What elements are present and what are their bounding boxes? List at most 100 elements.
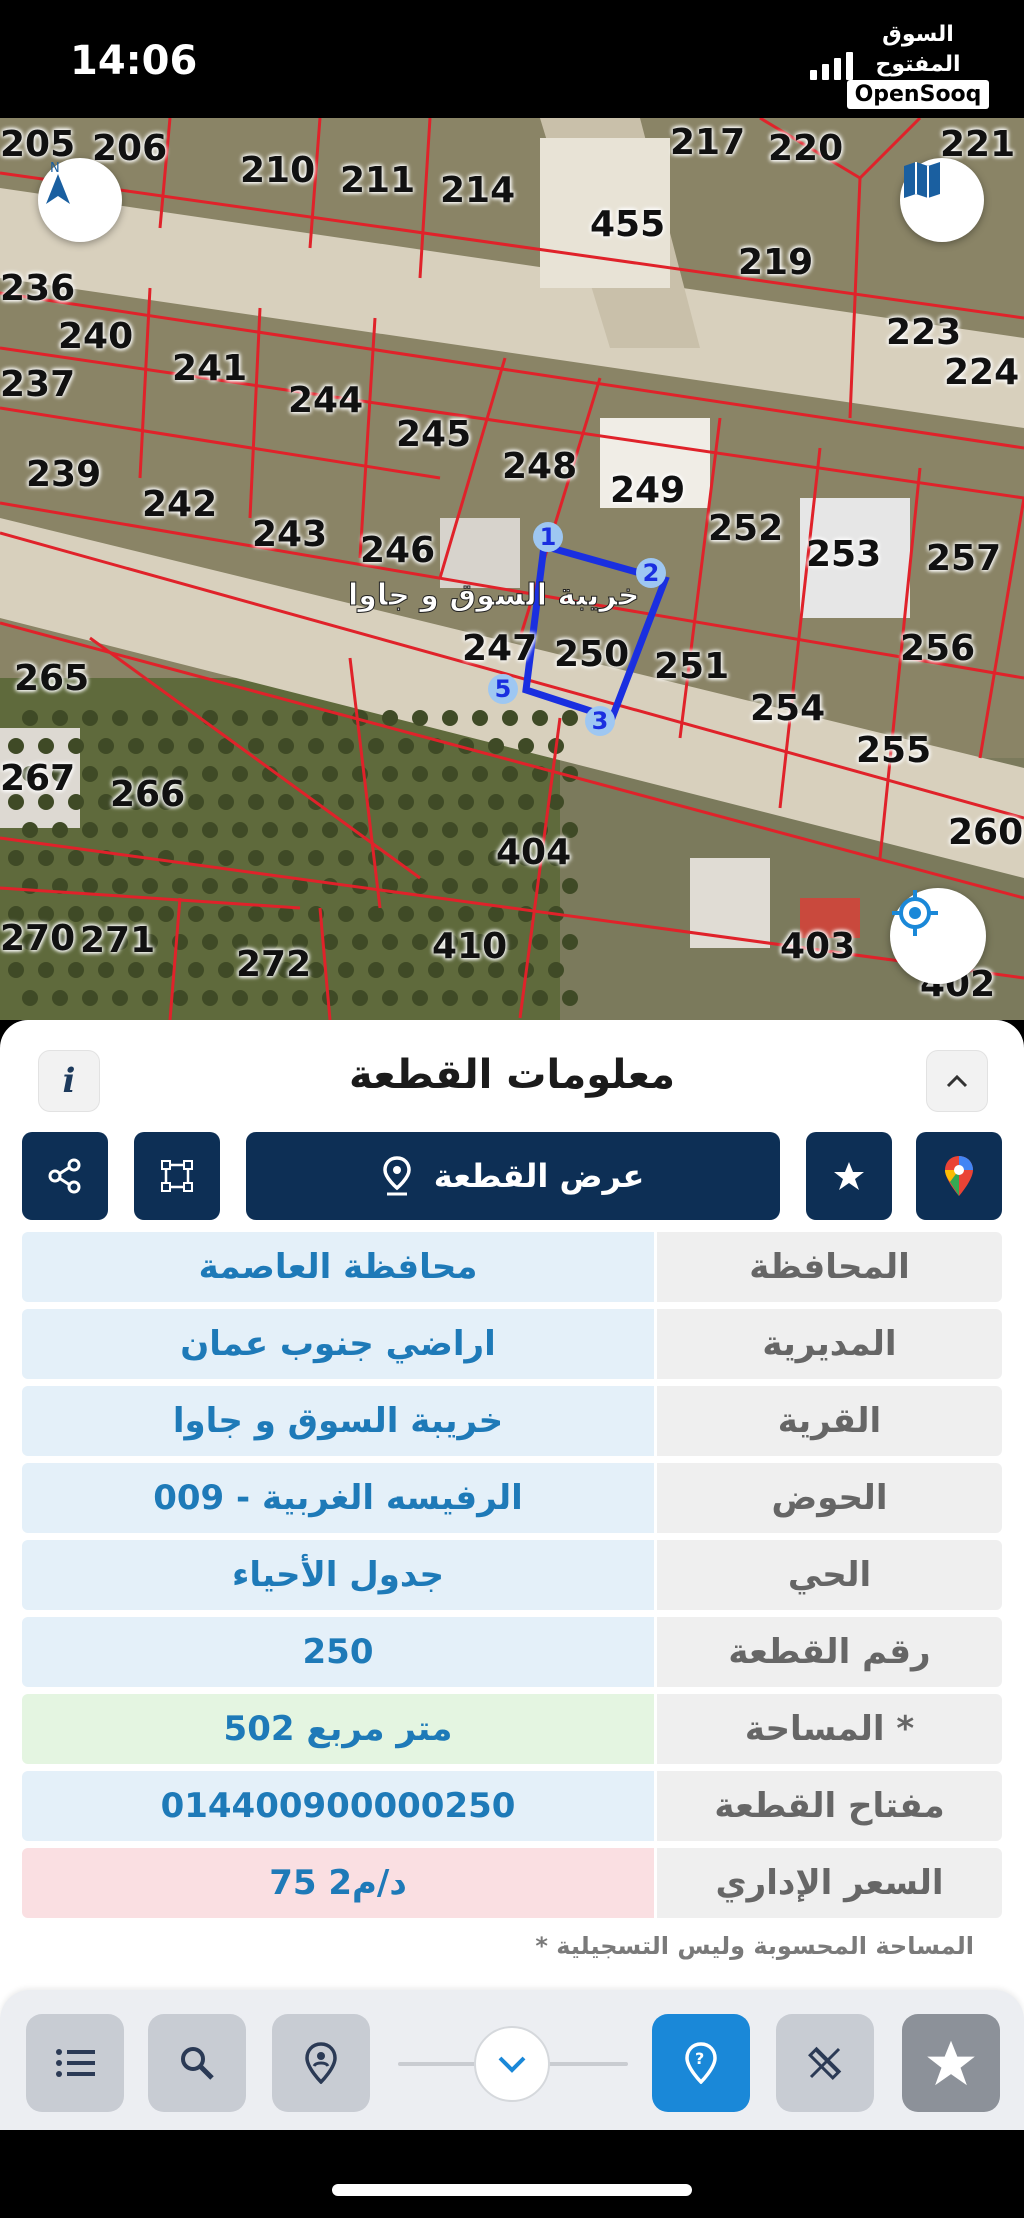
- detail-value: 75 د/م2: [22, 1848, 654, 1918]
- parcel-number-label[interactable]: 246: [360, 530, 435, 571]
- detail-label: الحي: [657, 1540, 1002, 1610]
- parcel-number-label[interactable]: 265: [14, 658, 89, 699]
- parcel-number-label[interactable]: 244: [288, 380, 363, 421]
- parcel-number-label[interactable]: 247: [462, 628, 537, 669]
- detail-row: 75 د/م2 السعر الإداري: [22, 1848, 1002, 1918]
- area-footnote: * المساحة المحسوبة وليس التسجيلية: [535, 1932, 974, 1960]
- parcel-number-label[interactable]: 242: [142, 484, 217, 525]
- detail-row: اراضي جنوب عمان المديرية: [22, 1309, 1002, 1379]
- help-icon: ?: [685, 2042, 717, 2084]
- parcel-number-label[interactable]: 245: [396, 414, 471, 455]
- detail-value: الرفيسه الغربية - 009: [22, 1463, 654, 1533]
- polygon-icon: [161, 1160, 193, 1192]
- parcel-number-label[interactable]: 260: [948, 812, 1023, 853]
- detail-row: محافظة العاصمة المحافظة: [22, 1232, 1002, 1302]
- parcel-number-label[interactable]: 243: [252, 514, 327, 555]
- search-icon: [181, 2047, 214, 2080]
- measure-icon: [808, 2046, 842, 2080]
- parcel-number-label[interactable]: 239: [26, 454, 101, 495]
- detail-value: 014400900000250: [22, 1771, 654, 1841]
- vertex-label: 5: [488, 674, 518, 704]
- parcel-number-label[interactable]: 249: [610, 470, 685, 511]
- compass-north-icon[interactable]: N: [38, 158, 122, 242]
- parcel-number-label[interactable]: 257: [926, 538, 1001, 579]
- parcel-number-label[interactable]: 254: [750, 688, 825, 729]
- parcel-number-label[interactable]: 404: [496, 832, 571, 873]
- detail-label: السعر الإداري: [657, 1848, 1002, 1918]
- opensooq-logo: السوق المفتوح OpenSooq: [838, 20, 998, 109]
- help-button[interactable]: ?: [652, 2014, 750, 2112]
- star-icon: [834, 1162, 864, 1190]
- detail-value: 502 متر مربع: [22, 1694, 654, 1764]
- google-maps-icon: [945, 1156, 973, 1196]
- parcel-number-label[interactable]: 206: [92, 128, 167, 169]
- detail-row: الرفيسه الغربية - 009 الحوض: [22, 1463, 1002, 1533]
- detail-value: 250: [22, 1617, 654, 1687]
- list-button[interactable]: [26, 2014, 124, 2112]
- parcel-number-label[interactable]: 219: [738, 242, 813, 283]
- map-icon[interactable]: [900, 158, 984, 242]
- parcel-number-label[interactable]: 271: [80, 920, 155, 961]
- parcel-number-label[interactable]: 240: [58, 316, 133, 357]
- parcel-number-label[interactable]: 237: [0, 364, 75, 405]
- detail-label: المديرية: [657, 1309, 1002, 1379]
- favorite-button[interactable]: [806, 1132, 892, 1220]
- parcel-number-label[interactable]: 211: [340, 160, 415, 201]
- detail-row: 014400900000250 مفتاح القطعة: [22, 1771, 1002, 1841]
- parcel-number-label[interactable]: 241: [172, 348, 247, 389]
- favorites-button[interactable]: [902, 2014, 1000, 2112]
- measure-button[interactable]: [776, 2014, 874, 2112]
- parcel-number-label[interactable]: 266: [110, 774, 185, 815]
- chevron-up-icon[interactable]: [926, 1050, 988, 1112]
- parcel-number-label[interactable]: 223: [886, 312, 961, 353]
- parcel-number-label[interactable]: 255: [856, 730, 931, 771]
- share-button[interactable]: [22, 1132, 108, 1220]
- parcel-number-label[interactable]: 252: [708, 508, 783, 549]
- detail-label: رقم القطعة: [657, 1617, 1002, 1687]
- parcel-info-panel: i معلومات القطعة عرض القطعة محافظة العاص…: [0, 1020, 1024, 2020]
- detail-label: المساحة *: [657, 1694, 1002, 1764]
- parcel-number-label[interactable]: 248: [502, 446, 577, 487]
- parcel-number-label[interactable]: 253: [806, 534, 881, 575]
- crosshair-icon[interactable]: [890, 888, 986, 984]
- star-icon: [927, 2040, 975, 2086]
- parcel-number-label[interactable]: 267: [0, 758, 75, 799]
- parcel-number-label[interactable]: 210: [240, 150, 315, 191]
- detail-row: 250 رقم القطعة: [22, 1617, 1002, 1687]
- parcel-number-label[interactable]: 224: [944, 352, 1019, 393]
- chevron-down-icon[interactable]: [474, 2026, 550, 2102]
- parcel-number-label[interactable]: 250: [554, 634, 629, 675]
- vertex-label: 1: [533, 522, 563, 552]
- parcel-details-table: محافظة العاصمة المحافظة اراضي جنوب عمان الم…: [22, 1232, 1002, 1925]
- parcel-number-label[interactable]: 214: [440, 170, 515, 211]
- map-view[interactable]: 205 206 210 211 214 217 220 221 455 219 223 224 236 2…: [0, 118, 1024, 1020]
- search-button[interactable]: [148, 2014, 246, 2112]
- polygon-button[interactable]: [134, 1132, 220, 1220]
- detail-value: اراضي جنوب عمان: [22, 1309, 654, 1379]
- contact-pin-icon: [305, 2042, 337, 2084]
- system-bottom-area: [0, 2130, 1024, 2218]
- detail-label: مفتاح القطعة: [657, 1771, 1002, 1841]
- vertex-label: 2: [636, 558, 666, 588]
- parcel-number-label[interactable]: 251: [654, 646, 729, 687]
- contact-button[interactable]: [272, 2014, 370, 2112]
- panel-title: معلومات القطعة: [349, 1052, 675, 1098]
- parcel-number-label[interactable]: 220: [768, 128, 843, 169]
- detail-label: الحوض: [657, 1463, 1002, 1533]
- detail-row: جدول الأحياء الحي: [22, 1540, 1002, 1610]
- parcel-number-label[interactable]: 270: [0, 918, 75, 959]
- parcel-number-label[interactable]: 455: [590, 204, 665, 245]
- parcel-number-label[interactable]: 236: [0, 268, 75, 309]
- share-icon: [48, 1158, 81, 1194]
- google-maps-button[interactable]: [916, 1132, 1002, 1220]
- show-parcel-button[interactable]: عرض القطعة: [246, 1132, 780, 1220]
- parcel-number-label[interactable]: 256: [900, 628, 975, 669]
- village-label: خريبة السوق و جاوا: [348, 578, 640, 614]
- parcel-number-label[interactable]: 272: [236, 944, 311, 985]
- vertex-label: 3: [585, 706, 615, 736]
- parcel-number-label[interactable]: 217: [670, 122, 745, 163]
- parcel-number-label[interactable]: 403: [780, 926, 855, 967]
- location-pin-icon: [382, 1156, 411, 1196]
- parcel-number-label[interactable]: 410: [432, 926, 507, 967]
- detail-row: 502 متر مربع المساحة *: [22, 1694, 1002, 1764]
